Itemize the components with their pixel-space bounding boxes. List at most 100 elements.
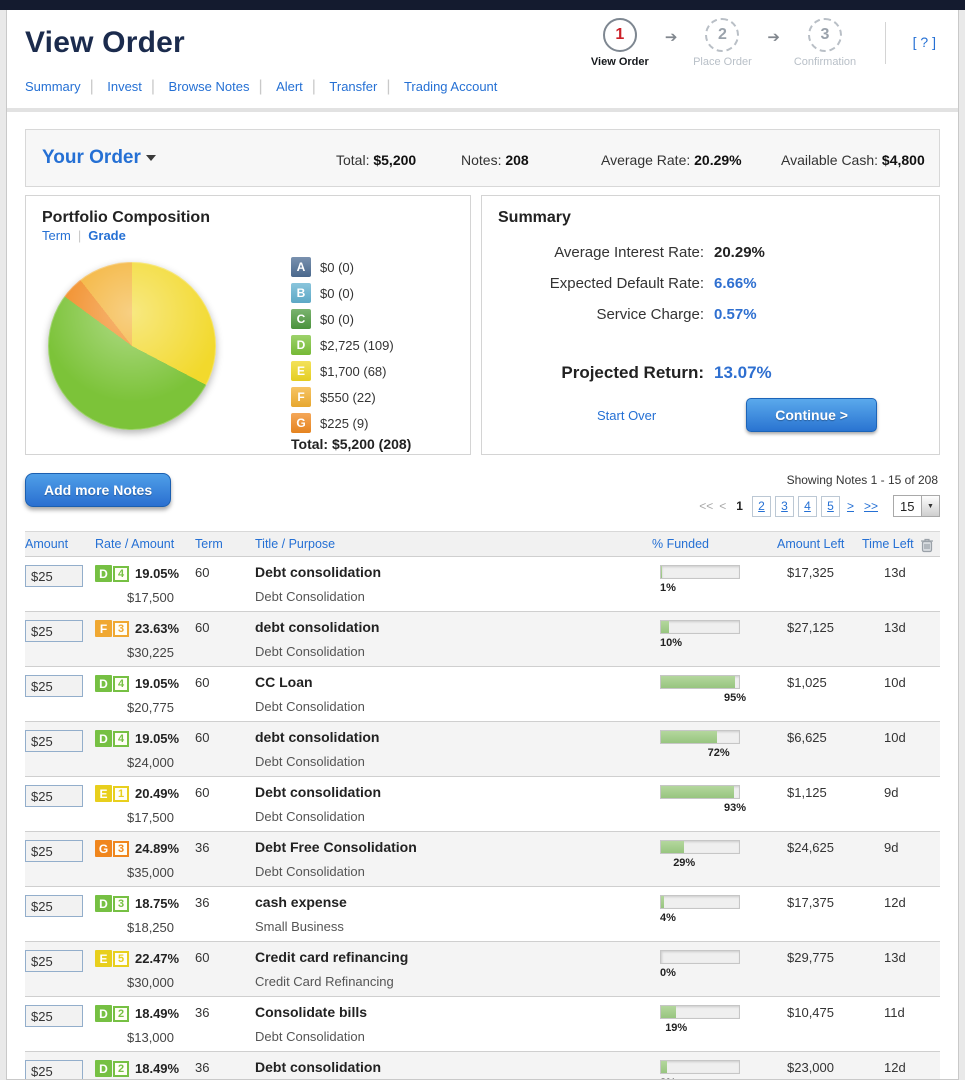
summary-row-projected-return: Projected Return: 13.07% bbox=[482, 363, 939, 383]
funded-label: 0% bbox=[660, 967, 777, 979]
investment-amount-input[interactable] bbox=[25, 895, 83, 917]
pagination-last[interactable]: >> bbox=[864, 499, 878, 513]
rate-amount-cell: E 1 20.49% $17,500 bbox=[95, 777, 195, 831]
legend-item: B $0 (0) bbox=[291, 280, 394, 306]
step-view-order: 1 View Order bbox=[577, 18, 663, 68]
pagination-prev[interactable]: < bbox=[719, 499, 726, 513]
continue-button[interactable]: Continue > bbox=[746, 398, 877, 432]
interest-rate: 19.05% bbox=[135, 676, 179, 691]
rate-amount-cell: D 4 19.05% $24,000 bbox=[95, 722, 195, 776]
note-title: debt consolidation bbox=[255, 612, 652, 635]
add-more-notes-button[interactable]: Add more Notes bbox=[25, 473, 171, 507]
term-cell: 36 bbox=[195, 887, 255, 941]
tab-grade[interactable]: Grade bbox=[88, 228, 126, 243]
grade-swatch: E bbox=[291, 361, 311, 381]
funded-bar-fill bbox=[661, 896, 664, 908]
column-rate-amount[interactable]: Rate / Amount bbox=[95, 537, 195, 551]
investment-amount-input[interactable] bbox=[25, 950, 83, 972]
title-purpose-cell: CC Loan Debt Consolidation bbox=[255, 667, 652, 721]
note-row: F 3 23.63% $30,225 60 debt consolidation… bbox=[25, 612, 940, 667]
nav-item-trading-account[interactable]: Trading Account bbox=[404, 79, 497, 94]
investment-amount-input[interactable] bbox=[25, 730, 83, 752]
loan-amount: $18,250 bbox=[127, 920, 195, 935]
investment-amount-input[interactable] bbox=[25, 1060, 83, 1080]
pagination-page-4[interactable]: 4 bbox=[798, 496, 817, 517]
pagination-page-5[interactable]: 5 bbox=[821, 496, 840, 517]
investment-amount-input[interactable] bbox=[25, 1005, 83, 1027]
title-purpose-cell: debt consolidation Debt Consolidation bbox=[255, 612, 652, 666]
investment-amount-input[interactable] bbox=[25, 785, 83, 807]
legend-item: D $2,725 (109) bbox=[291, 332, 394, 358]
investment-amount-input[interactable] bbox=[25, 565, 83, 587]
column-title-purpose[interactable]: Title / Purpose bbox=[255, 537, 652, 551]
column-funded[interactable]: % Funded bbox=[652, 537, 777, 551]
funded-bar-fill bbox=[661, 676, 735, 688]
grade-swatch: G bbox=[291, 413, 311, 433]
time-left-cell: 11d bbox=[862, 997, 920, 1051]
note-purpose: Debt Consolidation bbox=[255, 754, 652, 769]
trash-icon[interactable] bbox=[920, 537, 934, 553]
interest-rate: 23.63% bbox=[135, 621, 179, 636]
nav-item-browse-notes[interactable]: Browse Notes bbox=[169, 79, 250, 94]
funded-label: 10% bbox=[660, 637, 777, 649]
funded-cell: 1% bbox=[652, 557, 777, 611]
grade-badge: D bbox=[95, 565, 112, 582]
tab-term[interactable]: Term bbox=[42, 228, 71, 243]
note-purpose: Debt Consolidation bbox=[255, 644, 652, 659]
grade-badge: D bbox=[95, 1060, 112, 1077]
nav-item-alert[interactable]: Alert bbox=[276, 79, 303, 94]
portfolio-tabs: Term|Grade bbox=[26, 228, 470, 243]
pagination-first[interactable]: << bbox=[699, 499, 713, 513]
pagination-page-3[interactable]: 3 bbox=[775, 496, 794, 517]
legend-value: $2,725 (109) bbox=[320, 338, 394, 353]
note-title: Consolidate bills bbox=[255, 997, 652, 1020]
help-icon[interactable]: [ ? ] bbox=[913, 34, 936, 50]
your-order-dropdown[interactable]: Your Order bbox=[42, 147, 156, 169]
nav-item-transfer[interactable]: Transfer bbox=[329, 79, 377, 94]
nav-item-invest[interactable]: Invest bbox=[107, 79, 142, 94]
pagination-page-2[interactable]: 2 bbox=[752, 496, 771, 517]
funded-label: 4% bbox=[660, 912, 777, 924]
grade-swatch: B bbox=[291, 283, 311, 303]
column-time-left[interactable]: Time Left bbox=[862, 537, 920, 551]
nav-item-summary[interactable]: Summary bbox=[25, 79, 81, 94]
summary-row-default: Expected Default Rate: 6.66% bbox=[482, 275, 939, 292]
column-term[interactable]: Term bbox=[195, 537, 255, 551]
per-page-select[interactable]: 15 ▼ bbox=[893, 495, 940, 517]
start-over-link[interactable]: Start Over bbox=[597, 408, 656, 423]
pagination-next[interactable]: > bbox=[847, 499, 854, 513]
funded-bar-fill bbox=[661, 731, 717, 743]
funded-bar bbox=[660, 950, 740, 964]
funded-cell: 72% bbox=[652, 722, 777, 776]
column-amount-left[interactable]: Amount Left bbox=[777, 537, 862, 551]
rate-amount-cell: D 2 18.49% $13,000 bbox=[95, 997, 195, 1051]
time-left-cell: 13d bbox=[862, 942, 920, 996]
row-spacer bbox=[920, 997, 940, 1051]
investment-amount-input[interactable] bbox=[25, 675, 83, 697]
portfolio-total: Total: $5,200 (208) bbox=[291, 436, 411, 452]
chevron-down-icon: ▼ bbox=[921, 496, 939, 516]
funded-bar bbox=[660, 840, 740, 854]
investment-amount-input[interactable] bbox=[25, 620, 83, 642]
time-left-cell: 13d bbox=[862, 557, 920, 611]
time-left-cell: 13d bbox=[862, 612, 920, 666]
amount-left-cell: $6,625 bbox=[777, 722, 862, 776]
nav-separator: | bbox=[90, 78, 94, 95]
note-row: D 4 19.05% $20,775 60 CC Loan Debt Conso… bbox=[25, 667, 940, 722]
funded-label: 93% bbox=[724, 802, 777, 814]
title-purpose-cell: Debt Free Consolidation Debt Consolidati… bbox=[255, 832, 652, 886]
amount-cell bbox=[25, 887, 95, 941]
investment-amount-input[interactable] bbox=[25, 840, 83, 862]
loan-amount: $17,500 bbox=[127, 810, 195, 825]
note-purpose: Debt Consolidation bbox=[255, 864, 652, 879]
loan-amount: $13,000 bbox=[127, 1030, 195, 1045]
grade-sub-badge: 3 bbox=[113, 896, 129, 912]
page-header: View Order 1 View Order ➔ 2 Place Order … bbox=[7, 10, 958, 72]
grade-sub-badge: 3 bbox=[113, 621, 129, 637]
note-row: E 5 22.47% $30,000 60 Credit card refina… bbox=[25, 942, 940, 997]
step-1-label: View Order bbox=[577, 56, 663, 68]
column-amount[interactable]: Amount bbox=[25, 537, 95, 551]
row-spacer bbox=[920, 887, 940, 941]
funded-label: 1% bbox=[660, 582, 777, 594]
grade-swatch: F bbox=[291, 387, 311, 407]
